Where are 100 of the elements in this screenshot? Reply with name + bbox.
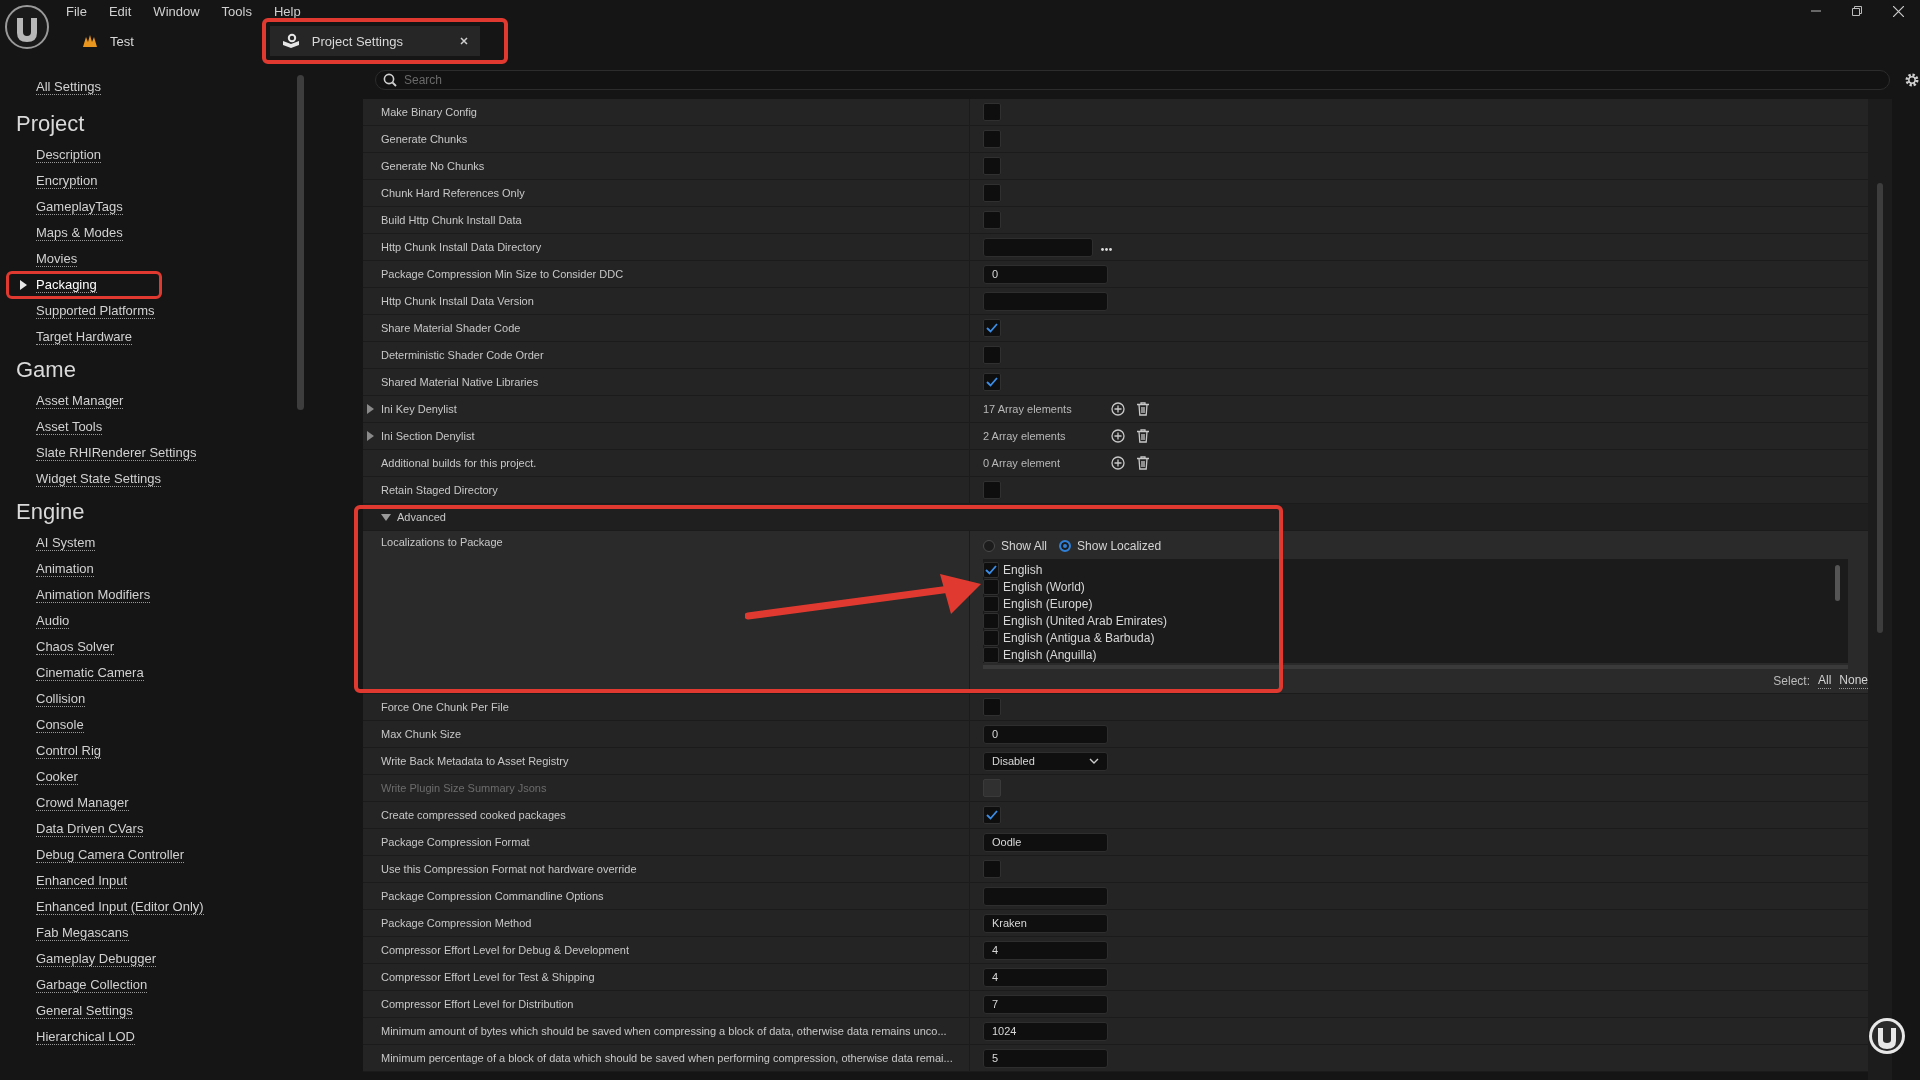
checkbox[interactable] — [983, 629, 999, 646]
menu-item[interactable]: Tools — [210, 3, 263, 19]
caret-icon[interactable] — [381, 513, 391, 521]
text-field[interactable]: 7 — [983, 994, 1108, 1014]
dropdown[interactable]: Disabled — [983, 751, 1108, 771]
menu-item[interactable]: Help — [262, 3, 312, 19]
restore-icon[interactable] — [1852, 6, 1862, 16]
sidebar-link[interactable]: Hierarchical LOD — [36, 1029, 135, 1045]
sidebar-link[interactable]: Audio — [36, 613, 70, 629]
trash-icon[interactable] — [1137, 402, 1149, 416]
text-field[interactable] — [983, 886, 1108, 906]
logo-icon[interactable] — [4, 4, 50, 50]
tab[interactable]: Test — [70, 26, 146, 56]
sidebar-link[interactable]: Collision — [36, 691, 86, 707]
checkbox[interactable] — [983, 578, 999, 595]
sidebar-link[interactable]: Movies — [36, 251, 78, 267]
sidebar-link[interactable]: Data Driven CVars — [36, 821, 144, 837]
trash-icon[interactable] — [1137, 429, 1149, 443]
checkbox[interactable] — [983, 184, 1001, 202]
close-icon[interactable] — [459, 37, 468, 45]
sidebar-link[interactable]: Debug Camera Controller — [36, 847, 185, 863]
checkbox[interactable] — [983, 806, 1001, 824]
group-header[interactable]: Advanced — [397, 511, 446, 523]
checkbox[interactable] — [983, 373, 1001, 391]
checkbox[interactable] — [983, 595, 999, 612]
sidebar-link[interactable]: Garbage Collection — [36, 977, 148, 993]
ellipsis-icon[interactable] — [1101, 247, 1112, 251]
sidebar-link[interactable]: Widget State Settings — [36, 471, 161, 487]
checkbox[interactable] — [983, 481, 1001, 499]
array-count: 2 Array elements — [983, 430, 1067, 442]
sidebar-link[interactable]: Description — [36, 147, 102, 163]
settings-icon[interactable] — [1904, 71, 1920, 88]
sidebar-link[interactable]: Animation Modifiers — [36, 587, 151, 603]
add-icon[interactable] — [1111, 456, 1125, 470]
menu-item[interactable]: Edit — [97, 3, 143, 19]
sidebar-link[interactable]: Animation — [36, 561, 94, 577]
sidebar-link[interactable]: AI System — [36, 535, 96, 551]
sidebar-link[interactable]: Fab Megascans — [36, 925, 129, 941]
select-link[interactable]: All — [1817, 673, 1832, 689]
radio-button[interactable] — [1059, 540, 1072, 552]
setting-label: Deterministic Shader Code Order — [381, 349, 544, 361]
all-settings-link[interactable]: All Settings — [36, 79, 102, 95]
tab[interactable]: Project Settings — [269, 26, 480, 56]
scrollbar[interactable] — [297, 75, 304, 410]
sidebar-link[interactable]: Asset Manager — [36, 393, 124, 409]
checkbox[interactable] — [983, 319, 1001, 337]
sidebar-link[interactable]: Enhanced Input — [36, 873, 128, 889]
checkbox[interactable] — [983, 698, 1001, 716]
checkbox[interactable] — [983, 157, 1001, 175]
text-field[interactable]: Oodle — [983, 832, 1108, 852]
sidebar-link[interactable]: Chaos Solver — [36, 639, 115, 655]
text-field[interactable]: 0 — [983, 264, 1108, 284]
sidebar-link[interactable]: Maps & Modes — [36, 225, 123, 241]
checkbox[interactable] — [983, 130, 1001, 148]
text-field[interactable] — [983, 291, 1108, 311]
menu-item[interactable]: Window — [142, 3, 211, 19]
checkbox[interactable] — [983, 612, 999, 629]
path-field[interactable] — [983, 237, 1093, 257]
sidebar-link[interactable]: Enhanced Input (Editor Only) — [36, 899, 204, 915]
text-field[interactable]: Kraken — [983, 913, 1108, 933]
text-field[interactable]: 1024 — [983, 1021, 1108, 1041]
sidebar-link[interactable]: Cooker — [36, 769, 78, 785]
text-field[interactable]: 5 — [983, 1048, 1108, 1068]
setting-label: Build Http Chunk Install Data — [381, 214, 522, 226]
checkbox[interactable] — [983, 103, 1001, 121]
sidebar-link[interactable]: Encryption — [36, 173, 98, 189]
text-field[interactable]: 0 — [983, 724, 1108, 744]
checkbox[interactable] — [983, 860, 1001, 878]
search-field[interactable]: Search — [375, 69, 1890, 90]
sidebar-link[interactable]: Cinematic Camera — [36, 665, 144, 681]
menu-item[interactable]: File — [66, 3, 98, 19]
scrollbar[interactable] — [1877, 183, 1883, 633]
sidebar-link[interactable]: Console — [36, 717, 84, 733]
sidebar-link[interactable]: General Settings — [36, 1003, 133, 1019]
add-icon[interactable] — [1111, 402, 1125, 416]
add-icon[interactable] — [1111, 429, 1125, 443]
checkbox[interactable] — [983, 211, 1001, 229]
radio-label[interactable]: Show Localized — [1077, 539, 1162, 553]
array-count: 0 Array element — [983, 457, 1062, 469]
sidebar-link[interactable]: Slate RHIRenderer Settings — [36, 445, 197, 461]
checkbox[interactable] — [983, 646, 999, 663]
radio-label[interactable]: Show All — [1001, 539, 1048, 553]
scrollbar[interactable] — [1835, 565, 1840, 601]
sidebar-link[interactable]: Packaging — [36, 277, 97, 293]
radio-button[interactable] — [983, 540, 995, 552]
sidebar-link[interactable]: Supported Platforms — [36, 303, 155, 319]
close-icon[interactable] — [1893, 6, 1904, 17]
expand-icon[interactable] — [367, 404, 374, 414]
sidebar-link[interactable]: Asset Tools — [36, 419, 103, 435]
sidebar-link[interactable]: Gameplay Debugger — [36, 951, 156, 967]
text-field[interactable]: 4 — [983, 940, 1108, 960]
trash-icon[interactable] — [1137, 456, 1149, 470]
expand-icon[interactable] — [367, 431, 374, 441]
text-field[interactable]: 4 — [983, 967, 1108, 987]
sidebar-link[interactable]: GameplayTags — [36, 199, 123, 215]
sidebar-link[interactable]: Control Rig — [36, 743, 102, 759]
sidebar-link[interactable]: Target Hardware — [36, 329, 133, 345]
checkbox[interactable] — [983, 561, 999, 578]
checkbox[interactable] — [983, 346, 1001, 364]
sidebar-link[interactable]: Crowd Manager — [36, 795, 129, 811]
